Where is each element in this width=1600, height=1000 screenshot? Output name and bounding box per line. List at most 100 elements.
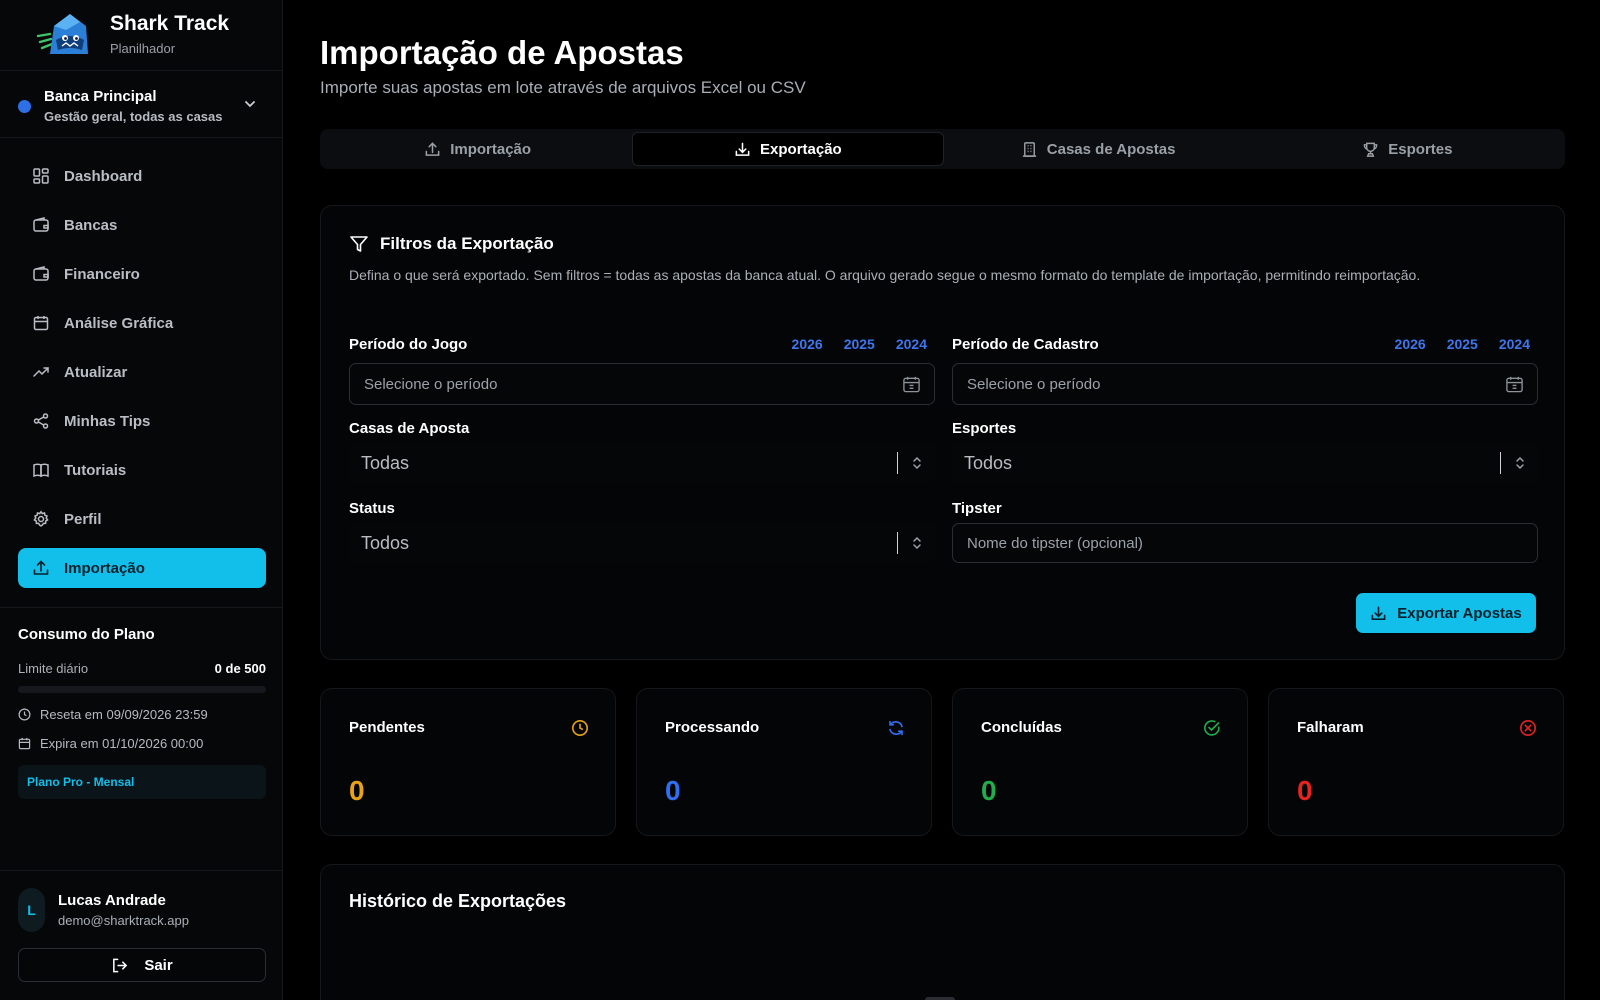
trophy-icon (1363, 142, 1378, 157)
plan-reset-text: Reseta em 09/09/2026 23:59 (40, 707, 208, 722)
sidebar: Shark Track Planilhador Banca Principal … (0, 0, 283, 1000)
game-period-year-2026[interactable]: 2026 (792, 336, 823, 352)
bank-selector[interactable]: Banca Principal Gestão geral, todas as c… (18, 86, 268, 126)
download-icon (735, 142, 750, 156)
stat-value: 0 (1297, 775, 1313, 806)
sidebar-nav: Dashboard Bancas Financeiro Análise Gráf… (18, 156, 266, 597)
houses-select[interactable]: Todas (349, 443, 935, 483)
filters-title: Filtros da Exportação (380, 234, 554, 253)
register-period-year-2025[interactable]: 2025 (1447, 336, 1478, 352)
sidebar-item-financeiro[interactable]: Financeiro (18, 254, 266, 294)
building-icon (1022, 141, 1036, 157)
register-period-picker[interactable]: Selecione o período (952, 363, 1538, 405)
houses-field: Casas de Aposta Todas (349, 418, 935, 483)
tab-label: Esportes (1388, 140, 1453, 158)
select-separator (897, 532, 898, 554)
divider (0, 607, 283, 608)
refresh-icon (889, 720, 903, 736)
plan-title: Consumo do Plano (18, 626, 155, 643)
sidebar-item-atualizar[interactable]: Atualizar (18, 352, 266, 392)
filters-description: Defina o que será exportado. Sem filtros… (349, 267, 1421, 283)
sports-value: Todos (964, 452, 1013, 473)
logout-button[interactable]: Sair (18, 948, 266, 982)
upload-icon (425, 141, 440, 156)
export-bets-button[interactable]: Exportar Apostas (1356, 593, 1536, 633)
page-title: Importação de Apostas (320, 34, 684, 71)
stat-label: Falharam (1297, 719, 1364, 736)
tipster-placeholder: Nome do tipster (opcional) (967, 534, 1143, 552)
sidebar-item-perfil[interactable]: Perfil (18, 499, 266, 539)
select-separator (1500, 452, 1501, 474)
book-icon (33, 463, 49, 478)
chevron-up-down-icon (913, 536, 921, 550)
sidebar-item-label: Perfil (64, 510, 102, 528)
tab-esportes[interactable]: Esportes (1253, 132, 1562, 166)
sidebar-item-label: Atualizar (64, 363, 128, 381)
sidebar-item-minhas-tips[interactable]: Minhas Tips (18, 401, 266, 441)
game-period-placeholder: Selecione o período (364, 375, 498, 393)
tab-label: Casas de Apostas (1046, 140, 1176, 158)
avatar: L (18, 888, 45, 932)
register-period-year-2026[interactable]: 2026 (1395, 336, 1426, 352)
history-title: Histórico de Exportações (349, 891, 567, 911)
download-icon (1371, 606, 1386, 620)
game-period-picker[interactable]: Selecione o período (349, 363, 935, 405)
tab-casas-de-apostas[interactable]: Casas de Apostas (944, 132, 1253, 166)
export-history-card: Histórico de Exportações (320, 864, 1565, 1000)
filters-header: Filtros da Exportação (349, 234, 554, 254)
filter-icon (350, 236, 368, 252)
tipster-input[interactable]: Nome do tipster (opcional) (952, 523, 1538, 563)
share-icon (33, 413, 49, 429)
tab-exportacao[interactable]: Exportação (632, 132, 944, 166)
divider (0, 870, 283, 871)
check-circle-icon (1204, 720, 1220, 736)
clock-icon (572, 720, 588, 736)
sidebar-item-importacao[interactable]: Importação (18, 548, 266, 588)
status-field: Status Todos (349, 498, 935, 563)
sidebar-item-tutoriais[interactable]: Tutoriais (18, 450, 266, 490)
app-subtitle: Planilhador (110, 41, 176, 56)
sidebar-item-dashboard[interactable]: Dashboard (18, 156, 266, 196)
register-period-year-shortcuts: 2026 2025 2024 (1395, 336, 1530, 352)
dashboard-icon (33, 168, 49, 184)
stat-label: Concluídas (981, 719, 1062, 736)
stat-value: 0 (349, 775, 365, 806)
register-period-field: Período de Cadastro 2026 2025 2024 Selec… (952, 334, 1538, 405)
game-period-year-2025[interactable]: 2025 (844, 336, 875, 352)
sidebar-item-bancas[interactable]: Bancas (18, 205, 266, 245)
divider (0, 137, 283, 138)
status-select[interactable]: Todos (349, 523, 935, 563)
gear-icon (33, 510, 49, 527)
calendar-icon (33, 316, 49, 331)
divider (0, 70, 283, 71)
plan-usage-panel: Consumo do Plano Limite diário 0 de 500 … (18, 626, 266, 799)
sidebar-item-analise-grafica[interactable]: Análise Gráfica (18, 303, 266, 343)
sidebar-item-label: Importação (64, 559, 145, 577)
export-filters-card: Filtros da Exportação Defina o que será … (320, 205, 1565, 660)
plan-expire-text: Expira em 01/10/2026 00:00 (40, 736, 204, 751)
select-separator (897, 452, 898, 474)
stat-card-concluidas: Concluídas 0 (952, 688, 1248, 836)
plan-badge: Plano Pro - Mensal (18, 765, 266, 799)
sidebar-item-label: Financeiro (64, 265, 140, 283)
game-period-year-2024[interactable]: 2024 (896, 336, 927, 352)
chevron-up-down-icon (1516, 456, 1524, 470)
bank-description: Gestão geral, todas as casas (44, 109, 223, 124)
brand[interactable]: Shark Track Planilhador (36, 10, 229, 58)
sports-select[interactable]: Todos (952, 443, 1538, 483)
tab-bar: Importação Exportação Casas de Apostas E… (320, 129, 1565, 169)
tipster-label: Tipster (952, 499, 1002, 517)
stat-label: Pendentes (349, 719, 425, 736)
stat-value: 0 (981, 775, 997, 806)
user-email: demo@sharktrack.app (58, 913, 189, 928)
page-subtitle: Importe suas apostas em lote através de … (320, 78, 806, 97)
register-period-year-2024[interactable]: 2024 (1499, 336, 1530, 352)
plan-expire-row: Expira em 01/10/2026 00:00 (18, 736, 266, 751)
sidebar-item-label: Bancas (64, 216, 118, 234)
user-profile[interactable]: L Lucas Andrade demo@sharktrack.app (18, 888, 189, 932)
tab-importacao[interactable]: Importação (323, 132, 632, 166)
upload-icon (33, 560, 49, 575)
calendar-icon (903, 376, 920, 393)
register-period-placeholder: Selecione o período (967, 375, 1101, 393)
logout-label: Sair (144, 956, 173, 974)
